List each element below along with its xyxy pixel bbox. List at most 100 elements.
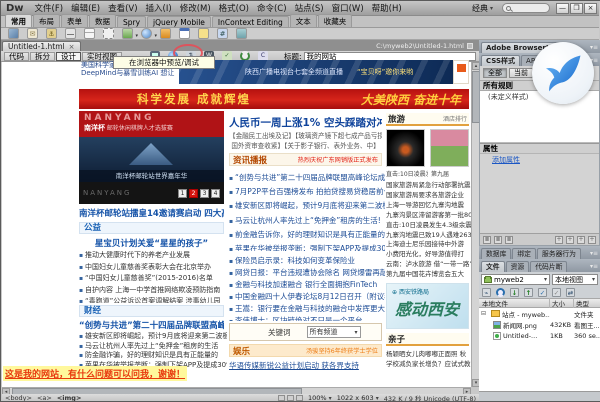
tag-selector-item[interactable]: <img>	[57, 394, 82, 402]
news-link[interactable]: 金融与科技加速融合 银行全面拥抱FinTech	[229, 279, 385, 291]
news-link[interactable]: 马云让杭州人率先过上“免押金”租房的生活!	[229, 214, 385, 228]
insert-category-tab[interactable]: 文本	[290, 14, 317, 27]
pager-button[interactable]: 4	[211, 189, 220, 198]
insert-div-icon[interactable]	[103, 28, 114, 39]
headline-link[interactable]: “创势与共进”第二十四届品牌联盟高峰	[79, 319, 224, 331]
close-button[interactable]: ×	[584, 3, 597, 14]
section-title[interactable]: 旅游	[388, 113, 405, 125]
keyword-input[interactable]: 关键词	[268, 327, 291, 338]
insert-category-tab[interactable]: 表单	[61, 14, 88, 27]
css-rule-item[interactable]: (未定义样式)	[488, 93, 528, 101]
menu-item[interactable]: 站点(S)	[291, 2, 328, 14]
more-link[interactable]: 酒店排行	[443, 114, 467, 123]
menu-item[interactable]: 命令(C)	[253, 2, 291, 14]
notice-link[interactable]: 热烈庆祝广东网销版正式发布	[298, 155, 378, 164]
pager-button[interactable]: 2	[189, 189, 198, 198]
menu-item[interactable]: 文件(F)	[31, 2, 68, 14]
attach-stylesheet-icon[interactable]: ＋	[555, 236, 563, 244]
table-row[interactable]: ⊟站点 - myweb... 文件夹	[479, 308, 600, 319]
panel-menu-icon[interactable]: ▾≡	[590, 44, 598, 51]
insert-category-tab[interactable]: Spry	[117, 16, 146, 27]
tag-selector-item[interactable]: <a>	[37, 394, 52, 402]
new-css-rule-icon[interactable]: ＋	[566, 236, 574, 244]
refresh-icon[interactable]	[496, 288, 505, 297]
slideshow[interactable]: NANYANG 南洋杯 邮轮休闲棋牌人才选拔赛 南洋杯邮轮站世界嘉年华 NANY…	[79, 111, 224, 204]
tab-assets[interactable]: 资源	[506, 261, 530, 272]
css-rules-list[interactable]: (未定义样式)	[480, 91, 599, 143]
news-link[interactable]: 苹果在华被举报垄断：强制下架APP及提成30%	[229, 242, 385, 251]
news-link[interactable]: 雄安新区即将崛起，预计9月底将迎来第二波板块行	[229, 199, 385, 213]
vertical-scrollbar[interactable]: ▴ ▾	[471, 62, 479, 387]
news-link[interactable]: 云南：泸水旅游 借“一带一路”	[386, 260, 471, 270]
comment-icon[interactable]	[198, 28, 209, 39]
news-link[interactable]: 保险员启示录：科技如何变革保险业	[229, 255, 385, 267]
menu-item[interactable]: 窗口(W)	[328, 2, 368, 14]
tab-snippets[interactable]: 代码片断	[530, 261, 567, 272]
table-icon[interactable]	[84, 28, 95, 39]
view-button[interactable]: 拆分	[30, 52, 55, 61]
sub-links[interactable]: 国外资审查收紧】【关于影子银行、表外业务、中】	[229, 140, 382, 150]
checkout-icon[interactable]	[538, 288, 547, 297]
news-link[interactable]: 李伟博士：区块链绝对不只是一个平台	[229, 315, 385, 321]
insert-category-tab[interactable]: 数据	[89, 14, 116, 27]
minimize-button[interactable]: —	[556, 3, 569, 14]
news-link[interactable]: 雄安新区即将崛起，预计9月底将迎来第二波板	[79, 332, 227, 342]
news-link[interactable]: 学校减负家长增负？应试式教	[386, 359, 471, 369]
top-banner-image[interactable]: 陕西广播电视台七套全频道直播 “宝贝呀”邀你来哟	[179, 60, 453, 84]
news-link[interactable]: 前金融告诉你，好的理财知识是具有正能量的	[229, 228, 385, 242]
news-link[interactable]: “创势与共进”第二十四届品牌联盟高峰论坛成功	[229, 171, 385, 185]
show-list-view-icon[interactable]: ≣	[494, 236, 502, 244]
menu-item[interactable]: 格式(O)	[215, 2, 253, 14]
news-link[interactable]: 上海迪士尼乐园接待中外游	[386, 240, 471, 250]
news-link[interactable]: 直击:10日凌晨发生4.3级余震	[386, 221, 471, 231]
news-link[interactable]: 小费阳光化，好导游值得打	[386, 250, 471, 260]
tab-files[interactable]: 文件	[481, 261, 505, 272]
news-link[interactable]: 国家旅游局紧急行动部署抗震	[386, 181, 471, 191]
script-icon[interactable]	[217, 28, 228, 39]
css-current-button[interactable]: 当前	[509, 68, 533, 78]
headline-link[interactable]: 南洋杯邮轮站擂皇14邀请赛启动 四大高手	[79, 207, 224, 219]
search-input[interactable]	[502, 3, 550, 13]
insert-category-tab[interactable]: jQuery Mobile	[147, 16, 211, 27]
pager-button[interactable]: 1	[178, 189, 187, 198]
tab-css-styles[interactable]: CSS样式	[481, 55, 520, 66]
named-anchor-icon[interactable]	[46, 28, 57, 39]
tag-chooser-icon[interactable]	[236, 28, 247, 39]
news-link[interactable]: 上海一导游回忆九寨沟地震	[386, 201, 471, 211]
image-icon[interactable]	[122, 28, 133, 39]
news-link[interactable]: 自护内容 上海一中学首推网络欺凌预防指南	[79, 285, 227, 297]
section-header-caijing[interactable]: 财经	[79, 305, 224, 317]
xian-railway-banner[interactable]: 西安铁路局 感动西安	[386, 283, 469, 329]
zoom-level[interactable]: 100% ▾	[308, 394, 332, 402]
tag-selector-item[interactable]: <body>	[5, 394, 32, 402]
news-link[interactable]: 推动大健康时代下的养老产业发展	[79, 250, 227, 262]
red-banner-image[interactable]: 科学发展 成就辉煌 大美陕西 奋进十年	[79, 89, 469, 109]
news-link[interactable]: 中国金融四十人伊春论坛8月12日召开（附议程）	[229, 291, 385, 303]
insert-category-tab[interactable]: 常用	[5, 14, 32, 27]
section-header-gongyi[interactable]: 公益	[79, 222, 224, 234]
news-link[interactable]: 中国妇女儿童慈善奖表彰大会在北京举办	[79, 262, 227, 274]
delete-rule-icon[interactable]: ＋	[588, 236, 596, 244]
view-button[interactable]: 设计	[56, 52, 81, 61]
news-thumbnail[interactable]	[430, 129, 469, 167]
main-headline-link[interactable]: 人民币一周上涨1% 空头踩踏对冲基	[229, 115, 382, 130]
news-link[interactable]: 第九届中国花卉博览会五大	[386, 270, 471, 280]
news-link[interactable]: 7月P2P平台百强榜发布 拍拍贷搜易贷稳居前十	[229, 185, 385, 199]
view-select[interactable]: 本地视图 ▾	[552, 274, 598, 285]
table-row[interactable]: 新闻网.png 432KB 看图王...	[479, 319, 600, 330]
put-files-icon[interactable]	[524, 288, 533, 297]
media-icon[interactable]	[141, 28, 152, 39]
close-icon[interactable]: ×	[69, 43, 75, 51]
add-property-link[interactable]: 添加属性	[480, 154, 599, 166]
widget-icon[interactable]	[160, 28, 171, 39]
date-icon[interactable]	[179, 28, 190, 39]
connect-icon[interactable]	[482, 288, 491, 297]
news-thumbnail[interactable]	[386, 129, 425, 167]
column-header[interactable]: 本地文件	[479, 298, 550, 308]
tab-databases[interactable]: 数据库	[481, 248, 511, 259]
panel-menu-icon[interactable]: ▾≡	[590, 263, 598, 270]
thumbnail-caption[interactable]: 直击:10日凌晨发生	[386, 169, 428, 178]
table-row[interactable]: Untitled-... 1KB 360 se...	[479, 330, 600, 341]
tab-bindings[interactable]: 绑定	[512, 248, 536, 259]
news-link[interactable]: DeepMind与暴雪训练AI 想让	[81, 68, 174, 78]
